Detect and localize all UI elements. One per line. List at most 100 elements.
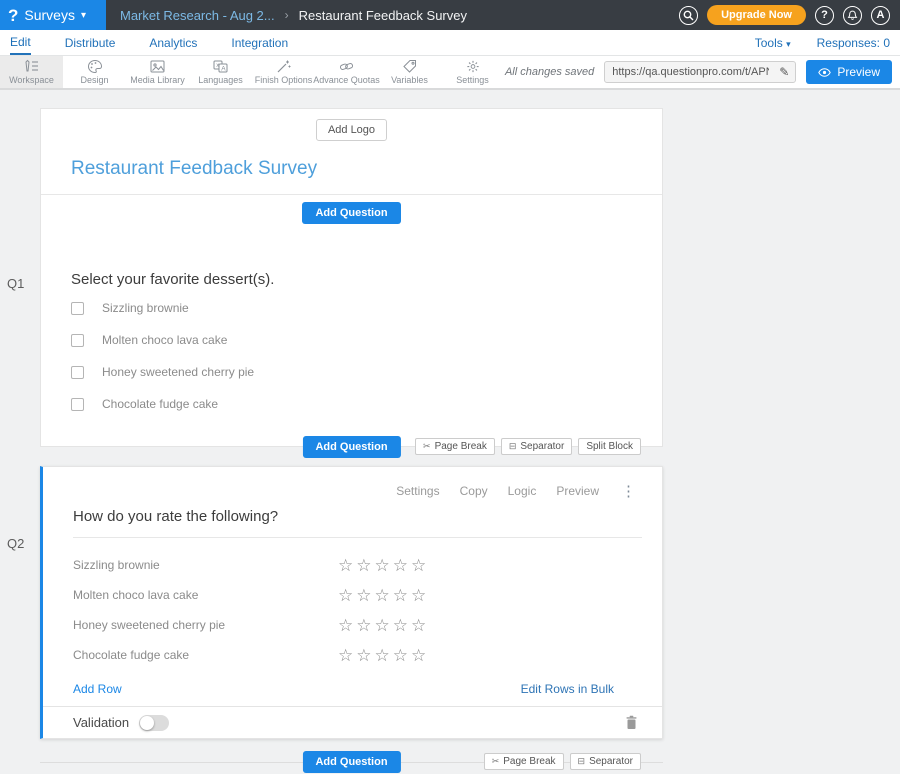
star-icon[interactable]: ☆ [411,587,426,604]
q1-question-text[interactable]: Select your favorite dessert(s). [41,231,662,292]
separator-button[interactable]: ⊟Separator [570,753,641,770]
search-button[interactable] [679,6,698,25]
edit-rows-in-bulk-link[interactable]: Edit Rows in Bulk [521,682,632,696]
add-row-link[interactable]: Add Row [73,682,122,696]
q1-option-row[interactable]: Honey sweetened cherry pie [41,356,662,388]
q2-logic-link[interactable]: Logic [508,484,537,498]
survey-block-2-selected[interactable]: Settings Copy Logic Preview ⋮ How do you… [40,466,663,739]
help-button[interactable]: ? [815,6,834,25]
checkbox-icon[interactable] [71,366,84,379]
survey-url-input[interactable] [605,66,773,78]
tab-analytics[interactable]: Analytics [149,31,197,54]
matrix-row-label[interactable]: Honey sweetened cherry pie [43,618,338,632]
q1-option-label: Chocolate fudge cake [102,397,218,411]
star-rating: ☆☆☆☆☆ [338,617,426,634]
block-boundary-actions-1: Add Question ✂Page Break ⊟Separator Spli… [40,437,663,456]
star-rating: ☆☆☆☆☆ [338,557,426,574]
surveys-app-menu[interactable]: ? Surveys ▾ [0,0,106,30]
toolbar-item-advance-quotas[interactable]: Advance Quotas [315,56,378,88]
star-icon[interactable]: ☆ [393,647,408,664]
checkbox-icon[interactable] [71,334,84,347]
notifications-button[interactable] [843,6,862,25]
chevron-down-icon: ▾ [81,10,86,21]
star-icon[interactable]: ☆ [375,617,390,634]
toolbar-item-languages[interactable]: x A Languages [189,56,252,88]
block-boundary-actions-2: Add Question ✂Page Break ⊟Separator [40,752,663,771]
star-icon[interactable]: ☆ [375,557,390,574]
toolbar-label: Design [80,75,108,85]
upgrade-now-button[interactable]: Upgrade Now [707,5,806,25]
star-icon[interactable]: ☆ [411,617,426,634]
account-avatar[interactable]: A [871,6,890,25]
toolbar-item-variables[interactable]: Variables [378,56,441,88]
toolbar-item-settings[interactable]: Settings [441,56,504,88]
star-icon[interactable]: ☆ [356,617,371,634]
star-icon[interactable]: ☆ [375,647,390,664]
edit-url-icon[interactable]: ✎ [773,65,795,79]
star-icon[interactable]: ☆ [393,617,408,634]
trash-icon [625,715,638,730]
q1-option-label: Molten choco lava cake [102,333,227,347]
checkbox-icon[interactable] [71,398,84,411]
split-block-button[interactable]: Split Block [578,438,641,455]
more-options-icon[interactable]: ⋮ [619,482,638,500]
toolbar-item-workspace[interactable]: Workspace [0,56,63,88]
workspace-icon [23,59,40,74]
tab-edit[interactable]: Edit [10,30,31,55]
delete-question-button[interactable] [625,715,638,730]
star-icon[interactable]: ☆ [356,587,371,604]
q2-preview-link[interactable]: Preview [556,484,599,498]
add-logo-button[interactable]: Add Logo [316,119,387,141]
save-status: All changes saved [505,66,594,78]
matrix-row-label[interactable]: Sizzling brownie [43,558,338,572]
toolbar-item-design[interactable]: Design [63,56,126,88]
magic-wand-icon [275,59,292,74]
q2-question-text[interactable]: How do you rate the following? [43,500,662,537]
q1-option-row[interactable]: Chocolate fudge cake [41,388,662,420]
validation-toggle[interactable] [139,715,169,731]
toolbar-item-media-library[interactable]: Media Library [126,56,189,88]
star-rating: ☆☆☆☆☆ [338,647,426,664]
star-icon[interactable]: ☆ [338,617,353,634]
checkbox-icon[interactable] [71,302,84,315]
q1-option-row[interactable]: Molten choco lava cake [41,324,662,356]
survey-block-1: Add Logo Restaurant Feedback Survey Add … [40,108,663,447]
matrix-row-label[interactable]: Chocolate fudge cake [43,648,338,662]
q1-option-label: Sizzling brownie [102,301,189,315]
q2-copy-link[interactable]: Copy [460,484,488,498]
star-rating: ☆☆☆☆☆ [338,587,426,604]
matrix-row-label[interactable]: Molten choco lava cake [43,588,338,602]
add-question-button-top[interactable]: Add Question [302,202,400,224]
q1-option-label: Honey sweetened cherry pie [102,365,254,379]
separator-button[interactable]: ⊟Separator [501,438,572,455]
tab-distribute[interactable]: Distribute [65,31,116,54]
responses-count[interactable]: Responses: 0 [817,36,890,50]
tab-integration[interactable]: Integration [231,31,288,54]
tools-dropdown[interactable]: Tools ▾ [755,36,791,50]
add-question-button-mid[interactable]: Add Question [302,436,400,458]
q2-action-menu: Settings Copy Logic Preview ⋮ [43,467,662,500]
star-icon[interactable]: ☆ [338,647,353,664]
star-icon[interactable]: ☆ [393,557,408,574]
star-icon[interactable]: ☆ [338,587,353,604]
star-icon[interactable]: ☆ [411,647,426,664]
breadcrumb-folder[interactable]: Market Research - Aug 2... [120,8,275,23]
page-break-button[interactable]: ✂Page Break [415,438,495,455]
translate-icon: x A [212,59,229,74]
page-break-button[interactable]: ✂Page Break [484,753,564,770]
bell-icon [847,10,858,21]
add-question-button-bottom[interactable]: Add Question [302,751,400,773]
q2-settings-link[interactable]: Settings [396,484,439,498]
toolbar-item-finish-options[interactable]: Finish Options [252,56,315,88]
star-icon[interactable]: ☆ [338,557,353,574]
star-icon[interactable]: ☆ [356,557,371,574]
survey-title[interactable]: Restaurant Feedback Survey [41,141,662,194]
preview-button[interactable]: Preview [806,60,892,84]
star-icon[interactable]: ☆ [393,587,408,604]
gear-icon [465,59,481,74]
top-bar: ? Surveys ▾ Market Research - Aug 2... ›… [0,0,900,30]
star-icon[interactable]: ☆ [356,647,371,664]
star-icon[interactable]: ☆ [411,557,426,574]
star-icon[interactable]: ☆ [375,587,390,604]
q1-option-row[interactable]: Sizzling brownie [41,292,662,324]
